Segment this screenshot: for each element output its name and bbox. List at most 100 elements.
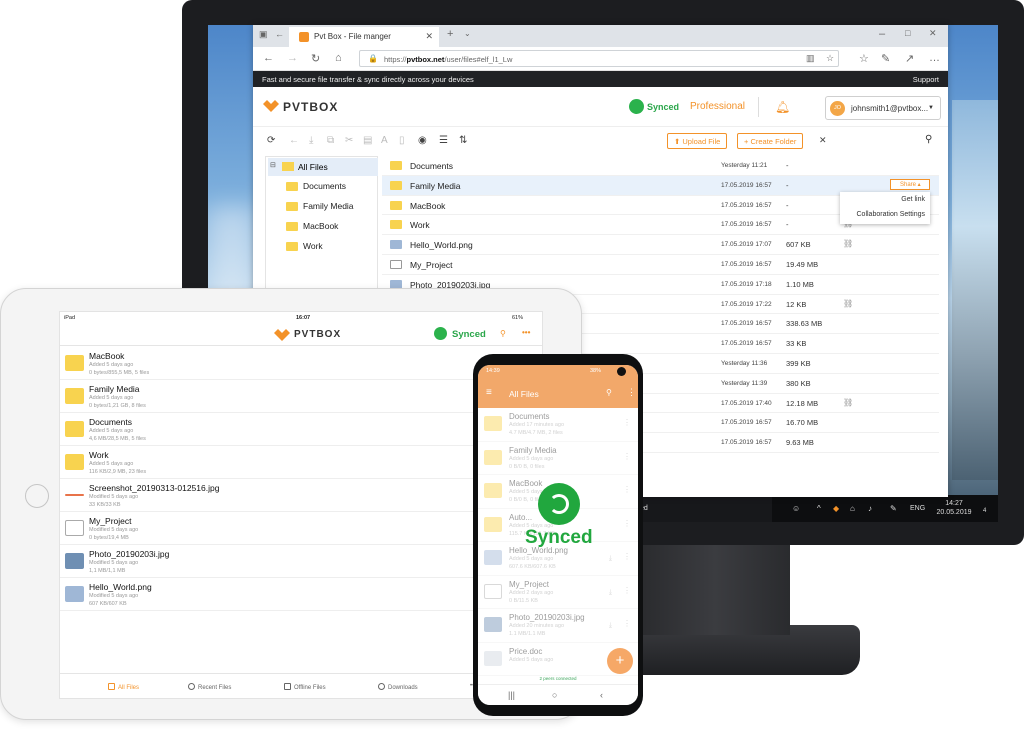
tab-back-icon[interactable]: ←: [275, 29, 284, 39]
nav-recent-files[interactable]: Recent Files: [188, 683, 231, 691]
tab-actions-icon[interactable]: ▣: [259, 29, 268, 40]
table-row[interactable]: Documents Yesterday 11:21 -: [382, 156, 939, 176]
clock[interactable]: 14:27 20.05.2019: [929, 499, 979, 517]
back-icon[interactable]: ←: [263, 52, 274, 64]
close-tab-icon[interactable]: ✕: [425, 31, 433, 42]
sync-icon: [538, 483, 580, 525]
sync-icon[interactable]: ⟳: [267, 135, 275, 146]
table-row[interactable]: Hello_World.png 17.05.2019 17:07 607 KB ⛓: [382, 235, 939, 255]
delete-icon[interactable]: ▯: [399, 135, 405, 146]
nav-all-files[interactable]: All Files: [108, 683, 139, 691]
cut-icon[interactable]: ✂: [345, 135, 353, 146]
share-page-icon[interactable]: ↗: [905, 52, 914, 65]
add-fab-button[interactable]: +: [607, 648, 633, 674]
reading-view-icon[interactable]: ▥: [806, 53, 815, 64]
people-icon[interactable]: ☺: [792, 504, 800, 513]
file-date: 17.05.2019 17:18: [721, 280, 772, 288]
nav-downloads[interactable]: Downloads: [378, 683, 418, 691]
minimize-icon[interactable]: –: [879, 28, 885, 40]
support-link[interactable]: Support: [913, 75, 939, 84]
get-link-menu-item[interactable]: Get link: [901, 196, 925, 203]
keyboard-icon[interactable]: ✎: [890, 504, 897, 513]
notification-count[interactable]: 4: [983, 508, 986, 514]
home-icon[interactable]: ⌂: [335, 52, 342, 64]
shared-folder-icon: [390, 220, 402, 230]
folder-icon: [286, 242, 298, 251]
link-icon[interactable]: ⛓: [843, 299, 853, 308]
android-nav-bar: ||| ○ ‹: [478, 684, 638, 705]
refresh-icon[interactable]: ↻: [311, 52, 320, 65]
image-icon: [65, 586, 84, 602]
create-folder-button[interactable]: + Create Folder: [737, 133, 804, 149]
copy-icon[interactable]: ⧉: [327, 135, 334, 146]
home-icon[interactable]: ○: [552, 690, 557, 700]
file-name: Family Media: [410, 180, 461, 191]
pen-icon[interactable]: ✎: [881, 52, 890, 65]
url-field[interactable]: 🔒 https://pvtbox.net/user/files#elf_l1_L…: [359, 50, 839, 67]
user-menu[interactable]: JO johnsmith1@pvtbox... ▼: [825, 96, 941, 120]
file-modified: Added 5 days ago: [89, 362, 134, 368]
tree-root[interactable]: ⊟ All Files: [268, 158, 378, 176]
tree-item-work[interactable]: Work: [286, 241, 323, 251]
search-icon[interactable]: ⚲: [606, 388, 612, 397]
close-icon[interactable]: ✕: [819, 135, 827, 146]
more-icon[interactable]: •••: [522, 328, 530, 337]
view-icon[interactable]: ◉: [418, 135, 427, 146]
more-icon[interactable]: …: [929, 52, 940, 64]
maximize-icon[interactable]: □: [905, 28, 910, 38]
pvtbox-tray-icon[interactable]: ◆: [833, 504, 839, 513]
favorites-icon[interactable]: ☆: [859, 52, 869, 65]
collapse-icon[interactable]: ⊟: [270, 161, 276, 169]
language-indicator[interactable]: ENG: [910, 505, 925, 512]
plan-label[interactable]: Professional: [690, 101, 745, 112]
rename-icon[interactable]: A: [381, 135, 388, 146]
file-date: 17.05.2019 17:40: [721, 399, 772, 407]
list-item[interactable]: Work Added 5 days ago 116 KB/2,9 MB, 23 fi…: [60, 446, 542, 479]
list-item[interactable]: Family Media Added 5 days ago 0 bytes/1,21…: [60, 380, 542, 413]
list-view-icon[interactable]: ☰: [439, 135, 448, 146]
browser-tab[interactable]: Pvt Box - File manger ✕: [289, 27, 439, 47]
back-icon[interactable]: ←: [289, 135, 299, 146]
tab-list-icon[interactable]: ⌄: [464, 29, 471, 38]
forward-icon[interactable]: →: [287, 52, 298, 64]
more-vert-icon[interactable]: ⋮: [627, 387, 636, 398]
back-icon[interactable]: ‹: [600, 690, 603, 700]
favorite-star-icon[interactable]: ☆: [826, 53, 834, 64]
chevron-up-icon[interactable]: ^: [817, 504, 821, 513]
hamburger-menu-icon[interactable]: ≡: [486, 387, 492, 398]
nav-offline-files[interactable]: Offline Files: [284, 683, 326, 691]
tree-root-label: All Files: [298, 162, 328, 172]
paste-icon[interactable]: ▤: [363, 135, 372, 146]
download-icon[interactable]: ⤓: [309, 135, 313, 146]
search-icon[interactable]: ⚲: [925, 134, 932, 145]
collaboration-settings-menu-item[interactable]: Collaboration Settings: [857, 211, 926, 218]
file-date: 17.05.2019 16:57: [721, 181, 772, 189]
bell-icon[interactable]: 🔔︎: [775, 100, 790, 114]
list-item[interactable]: Hello_World.png Modified 5 days ago 607 KB…: [60, 578, 542, 611]
network-icon[interactable]: ⌂: [850, 504, 855, 513]
list-item[interactable]: My_Project Modified 5 days ago 0 bytes/19,…: [60, 512, 542, 545]
volume-icon[interactable]: ♪: [868, 504, 872, 513]
new-tab-icon[interactable]: +: [447, 28, 453, 40]
tree-item-documents[interactable]: Documents: [286, 181, 346, 191]
table-row[interactable]: My_Project 17.05.2019 16:57 19.49 MB: [382, 255, 939, 275]
link-icon[interactable]: ⛓: [843, 239, 853, 248]
share-button[interactable]: Share ▴: [890, 179, 930, 190]
file-size: 9.63 MB: [786, 438, 814, 448]
recents-icon[interactable]: |||: [508, 690, 515, 700]
close-window-icon[interactable]: ✕: [929, 28, 937, 39]
list-item[interactable]: Photo_20190203i.jpg Modified 5 days ago 1,…: [60, 545, 542, 578]
list-item[interactable]: Screenshot_20190313-012516.jpg Modified 5…: [60, 479, 542, 512]
list-item[interactable]: MacBook Added 5 days ago 0 bytes/855,5 MB,…: [60, 347, 542, 380]
list-item[interactable]: Documents Added 5 days ago 4,6 MB/28,5 MB,…: [60, 413, 542, 446]
link-icon[interactable]: ⛓: [843, 398, 853, 407]
sort-icon[interactable]: ⇅: [459, 135, 467, 146]
search-icon[interactable]: ⚲: [500, 329, 506, 338]
shared-folder-icon: [65, 388, 84, 404]
tree-item-macbook[interactable]: MacBook: [286, 221, 338, 231]
tree-item-family-media[interactable]: Family Media: [286, 201, 354, 211]
file-size: 19.49 MB: [786, 260, 819, 269]
user-email: johnsmith1@pvtbox...: [851, 104, 929, 113]
upload-file-button[interactable]: ⬆ Upload File: [667, 133, 728, 149]
home-button[interactable]: [25, 484, 49, 508]
